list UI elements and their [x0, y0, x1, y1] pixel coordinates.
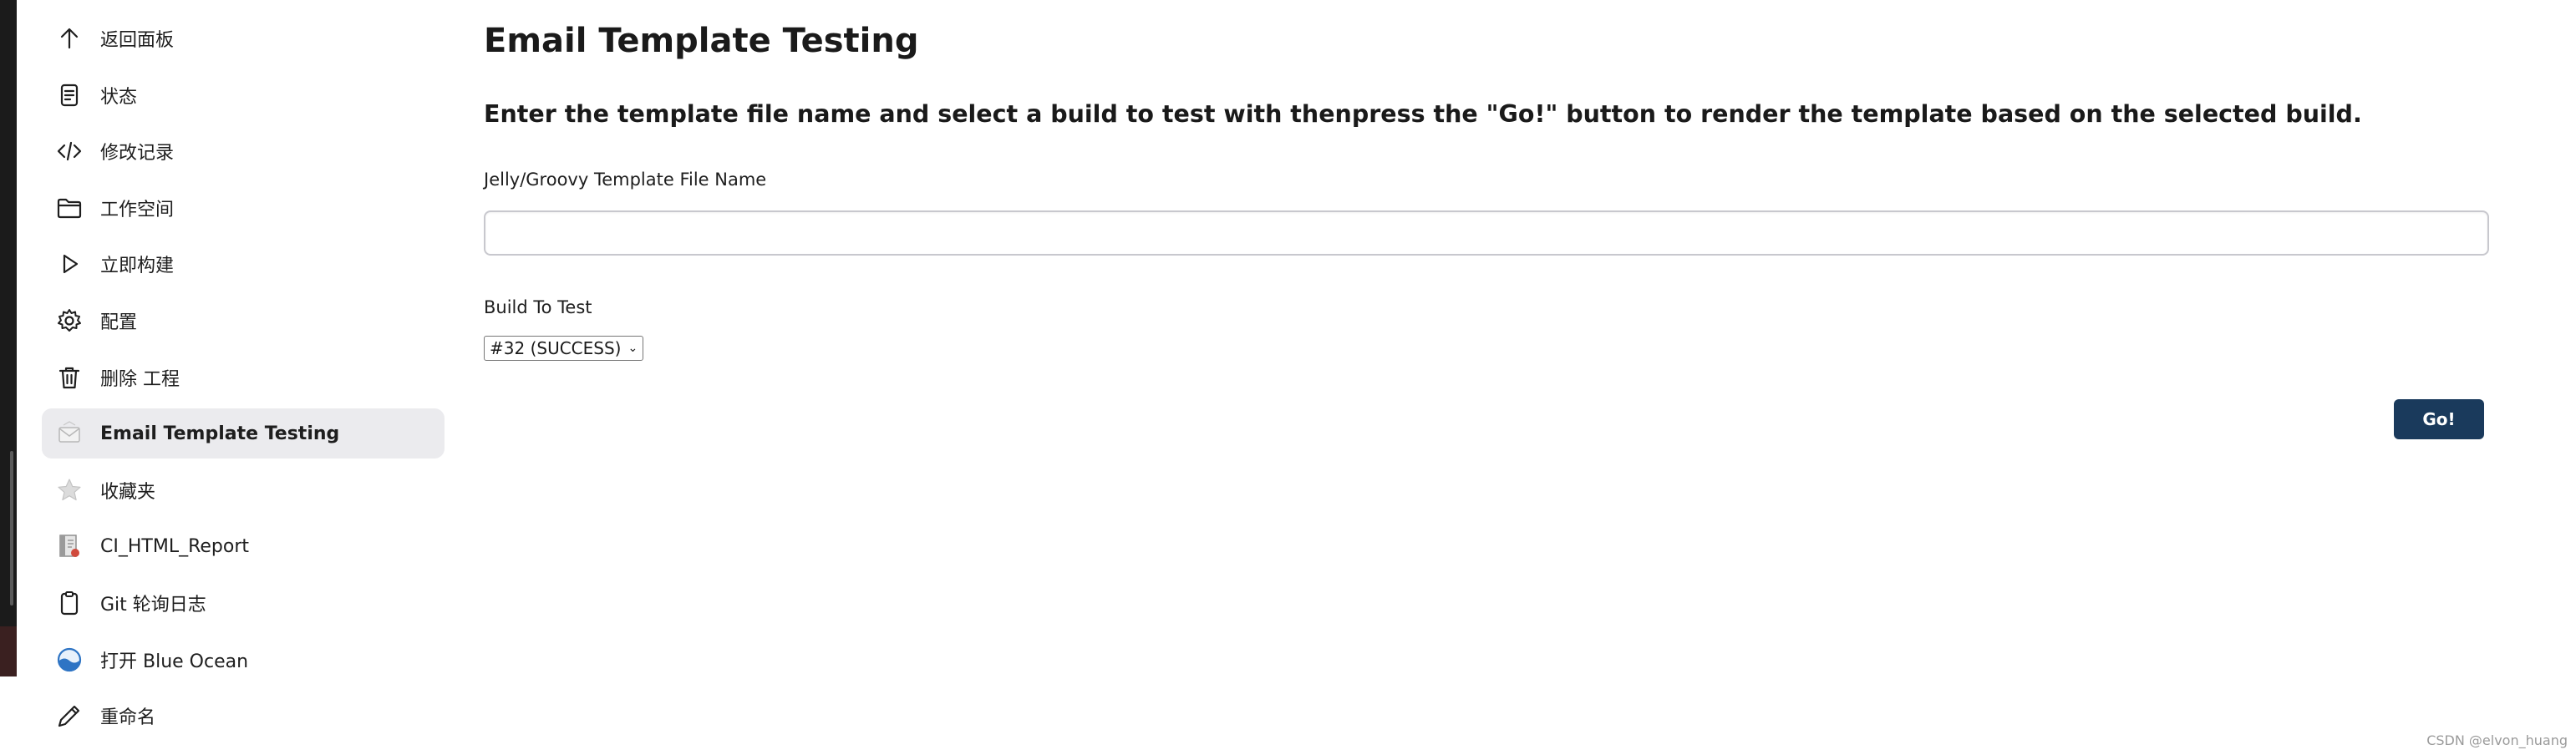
arrow-up-icon — [55, 24, 84, 53]
sidebar-item-delete-project[interactable]: 删除 工程 — [42, 352, 445, 403]
sidebar-item-git-polling-log[interactable]: Git 轮询日志 — [42, 578, 445, 628]
sidebar-item-changes[interactable]: 修改记录 — [42, 126, 445, 176]
go-button[interactable]: Go! — [2394, 399, 2484, 439]
sidebar-item-label: 打开 Blue Ocean — [100, 651, 249, 672]
build-select-value: #32 (SUCCESS) — [490, 338, 622, 358]
sidebar-item-label: Email Template Testing — [100, 423, 340, 444]
gear-icon — [55, 307, 84, 335]
sidebar-item-label: Git 轮询日志 — [100, 594, 206, 616]
sidebar-item-label: 重命名 — [100, 707, 156, 729]
watermark: CSDN @elvon_huang — [2426, 732, 2568, 748]
sidebar-item-status[interactable]: 状态 — [42, 70, 445, 120]
blue-ocean-icon — [55, 646, 84, 674]
email-icon — [55, 419, 84, 448]
sidebar-item-favorites[interactable]: 收藏夹 — [42, 465, 445, 515]
sidebar-item-label: 立即构建 — [100, 256, 175, 277]
sidebar: 返回面板 状态 修改记录 工作空间 立即构建 配置 删除 工程 Email Te… — [42, 13, 445, 747]
play-icon — [55, 250, 84, 278]
scrollbar[interactable] — [10, 451, 13, 606]
code-icon — [55, 137, 84, 165]
build-to-test-label: Build To Test — [484, 297, 592, 317]
sidebar-item-label: 修改记录 — [100, 143, 175, 165]
sidebar-item-configure[interactable]: 配置 — [42, 296, 445, 346]
sidebar-item-label: 状态 — [100, 86, 138, 108]
folder-icon — [55, 194, 84, 222]
sidebar-item-label: CI_HTML_Report — [100, 535, 249, 557]
template-file-input[interactable] — [484, 210, 2489, 256]
window-edge-panel — [0, 626, 17, 676]
sidebar-item-ci-html-report[interactable]: CI_HTML_Report — [42, 521, 445, 571]
sidebar-item-open-blue-ocean[interactable]: 打开 Blue Ocean — [42, 635, 445, 685]
report-icon — [55, 532, 84, 560]
template-file-label: Jelly/Groovy Template File Name — [484, 170, 767, 190]
star-icon — [55, 476, 84, 504]
sidebar-item-label: 工作空间 — [100, 199, 175, 220]
sidebar-item-rename[interactable]: 重命名 — [42, 691, 445, 741]
build-select[interactable]: #32 (SUCCESS) ⌄ — [484, 336, 644, 361]
page-description: Enter the template file name and select … — [484, 100, 2362, 128]
sidebar-item-label: 返回面板 — [100, 30, 175, 51]
sidebar-item-back-to-dashboard[interactable]: 返回面板 — [42, 13, 445, 63]
page-title: Email Template Testing — [484, 22, 919, 60]
document-icon — [55, 81, 84, 109]
chevron-down-icon: ⌄ — [627, 342, 638, 355]
sidebar-item-label: 删除 工程 — [100, 368, 180, 390]
sidebar-item-label: 收藏夹 — [100, 481, 156, 503]
trash-icon — [55, 363, 84, 392]
left-window-edge — [0, 0, 17, 676]
clipboard-icon — [55, 589, 84, 617]
sidebar-item-build-now[interactable]: 立即构建 — [42, 239, 445, 289]
sidebar-item-workspace[interactable]: 工作空间 — [42, 183, 445, 233]
pencil-icon — [55, 702, 84, 730]
sidebar-item-email-template-testing[interactable]: Email Template Testing — [42, 408, 445, 459]
sidebar-item-label: 配置 — [100, 312, 138, 333]
